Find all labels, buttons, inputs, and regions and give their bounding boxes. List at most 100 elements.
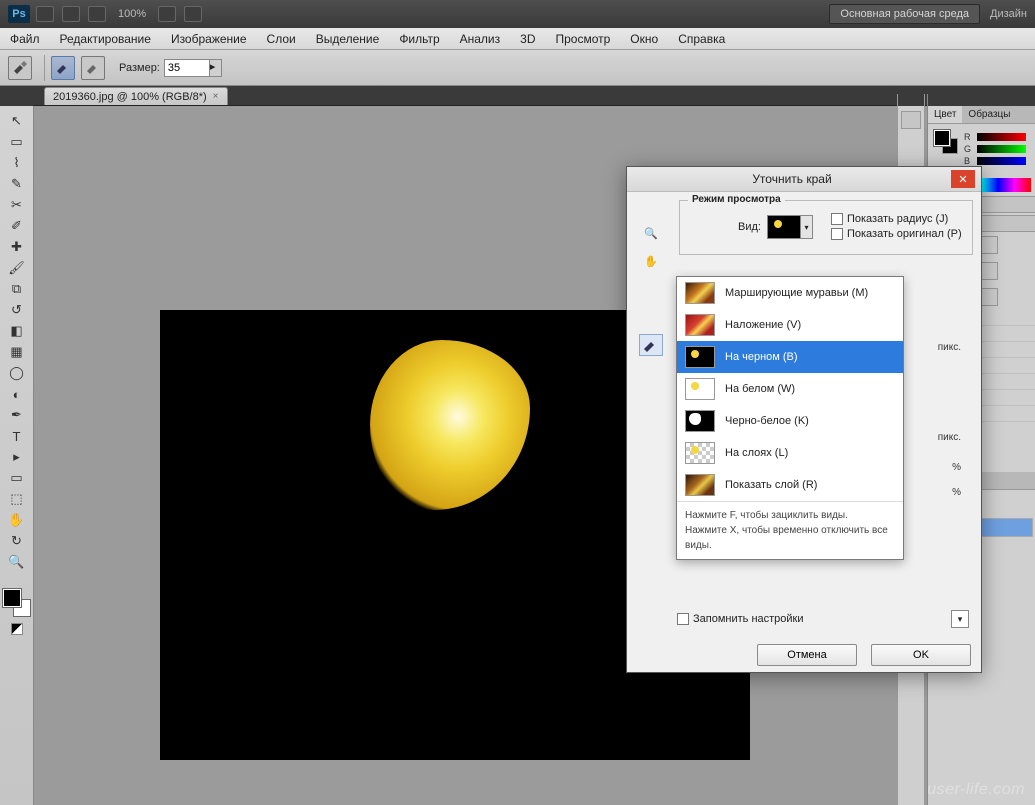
type-tool-icon[interactable]: T: [4, 426, 30, 446]
view-label: Вид:: [738, 221, 761, 233]
remember-label: Запомнить настройки: [693, 613, 804, 625]
dialog-titlebar[interactable]: Уточнить край ✕: [627, 167, 981, 192]
quickmask-icon[interactable]: [11, 623, 23, 635]
path-select-tool-icon[interactable]: ▸: [4, 447, 30, 467]
option-thumb: [685, 474, 715, 496]
menu-window[interactable]: Окно: [620, 32, 668, 46]
current-tool-icon[interactable]: [8, 56, 32, 80]
tab-swatches[interactable]: Образцы: [962, 106, 1016, 123]
bridge-icon[interactable]: [36, 6, 54, 22]
history-brush-tool-icon[interactable]: ↺: [4, 300, 30, 320]
zoom-tool-icon[interactable]: 🔍: [4, 552, 30, 572]
show-radius-label: Показать радиус (J): [847, 213, 948, 225]
output-dropdown[interactable]: ▾: [951, 610, 969, 628]
blur-tool-icon[interactable]: ◯: [4, 363, 30, 383]
healing-tool-icon[interactable]: ✚: [4, 237, 30, 257]
panel-color-swatches[interactable]: [934, 130, 958, 154]
gradient-tool-icon[interactable]: ▦: [4, 342, 30, 362]
workspace-button[interactable]: Основная рабочая среда: [829, 4, 980, 24]
hand-tool-icon[interactable]: ✋: [4, 510, 30, 530]
fg-color-swatch[interactable]: [3, 589, 21, 607]
tools-panel: ↖ ▭ ⌇ ✎ ✂ ✐ ✚ 🖌 ⧉ ↺ ◧ ▦ ◯ ◐ ✒ T ▸ ▭ ⬚ ✋ …: [0, 106, 34, 805]
rotate-view-tool-icon[interactable]: ↻: [4, 531, 30, 551]
pen-tool-icon[interactable]: ✒: [4, 405, 30, 425]
view-mode-option[interactable]: На белом (W): [677, 373, 903, 405]
screen-mode-icon[interactable]: [184, 6, 202, 22]
dialog-zoom-tool-icon[interactable]: 🔍: [639, 222, 663, 244]
view-mode-option[interactable]: Показать слой (R): [677, 469, 903, 501]
show-original-label: Показать оригинал (P): [847, 228, 962, 240]
menu-file[interactable]: Файл: [0, 32, 50, 46]
refine-subtract-icon[interactable]: [81, 56, 105, 80]
remember-checkbox[interactable]: [677, 613, 689, 625]
size-input[interactable]: [164, 59, 210, 77]
menu-help[interactable]: Справка: [668, 32, 735, 46]
eyedropper-tool-icon[interactable]: ✐: [4, 216, 30, 236]
cancel-button[interactable]: Отмена: [757, 644, 857, 666]
menu-filter[interactable]: Фильтр: [389, 32, 449, 46]
quickselect-tool-icon[interactable]: ✎: [4, 174, 30, 194]
r-slider[interactable]: [977, 133, 1026, 141]
color-swatches[interactable]: [3, 589, 31, 617]
b-slider[interactable]: [977, 157, 1026, 165]
view-extras-icon[interactable]: [88, 6, 106, 22]
refine-add-icon[interactable]: [51, 56, 75, 80]
3d-tool-icon[interactable]: ⬚: [4, 489, 30, 509]
minibridge-icon[interactable]: [62, 6, 80, 22]
tab-color[interactable]: Цвет: [928, 106, 962, 123]
shape-tool-icon[interactable]: ▭: [4, 468, 30, 488]
pct-suffix: %: [952, 487, 961, 498]
workspace-design-tab[interactable]: Дизайн: [990, 8, 1027, 20]
view-mode-option[interactable]: Наложение (V): [677, 309, 903, 341]
option-thumb: [685, 442, 715, 464]
size-label: Размер:: [119, 62, 160, 74]
menu-layers[interactable]: Слои: [257, 32, 306, 46]
color-panel-tabs: Цвет Образцы: [928, 106, 1035, 124]
menu-3d[interactable]: 3D: [510, 32, 545, 46]
close-icon[interactable]: ✕: [951, 170, 975, 188]
option-label: На белом (W): [725, 383, 795, 395]
b-label: B: [964, 156, 974, 166]
show-radius-checkbox[interactable]: [831, 213, 843, 225]
dialog-hand-tool-icon[interactable]: ✋: [639, 250, 663, 272]
menu-select[interactable]: Выделение: [306, 32, 390, 46]
option-label: Наложение (V): [725, 319, 801, 331]
app-titlebar: Ps 100% Основная рабочая среда Дизайн: [0, 0, 1035, 28]
option-label: На черном (B): [725, 351, 798, 363]
lasso-tool-icon[interactable]: ⌇: [4, 153, 30, 173]
option-label: На слоях (L): [725, 447, 788, 459]
view-thumbnail[interactable]: [767, 215, 801, 239]
app-logo: Ps: [8, 5, 30, 23]
crop-tool-icon[interactable]: ✂: [4, 195, 30, 215]
option-thumb: [685, 378, 715, 400]
size-stepper[interactable]: ▸: [210, 59, 222, 77]
dialog-refine-brush-icon[interactable]: [639, 334, 663, 356]
dialog-title: Уточнить край: [633, 172, 951, 186]
r-label: R: [964, 132, 974, 142]
eraser-tool-icon[interactable]: ◧: [4, 321, 30, 341]
document-tab[interactable]: 2019360.jpg @ 100% (RGB/8*) ×: [44, 87, 228, 105]
menu-view[interactable]: Просмотр: [545, 32, 620, 46]
view-mode-option[interactable]: Марширующие муравьи (M): [677, 277, 903, 309]
brush-tool-icon[interactable]: 🖌: [4, 258, 30, 278]
arrange-docs-icon[interactable]: [158, 6, 176, 22]
dropdown-hint: Нажмите F, чтобы зациклить виды.Нажмите …: [677, 501, 903, 559]
dodge-tool-icon[interactable]: ◐: [4, 384, 30, 404]
show-original-checkbox[interactable]: [831, 228, 843, 240]
close-tab-icon[interactable]: ×: [213, 91, 219, 102]
menu-analysis[interactable]: Анализ: [450, 32, 511, 46]
marquee-tool-icon[interactable]: ▭: [4, 132, 30, 152]
view-mode-option[interactable]: Черно-белое (K): [677, 405, 903, 437]
menu-image[interactable]: Изображение: [161, 32, 257, 46]
ok-button[interactable]: OK: [871, 644, 971, 666]
view-mode-option[interactable]: На черном (B): [677, 341, 903, 373]
move-tool-icon[interactable]: ↖: [4, 111, 30, 131]
zoom-level[interactable]: 100%: [114, 6, 150, 22]
stamp-tool-icon[interactable]: ⧉: [4, 279, 30, 299]
view-dropdown-button[interactable]: ▾: [801, 215, 813, 239]
collapsed-panel-icon[interactable]: [901, 111, 921, 129]
menu-edit[interactable]: Редактирование: [50, 32, 161, 46]
g-slider[interactable]: [977, 145, 1026, 153]
document-tab-strip: 2019360.jpg @ 100% (RGB/8*) ×: [0, 86, 1035, 106]
view-mode-option[interactable]: На слоях (L): [677, 437, 903, 469]
